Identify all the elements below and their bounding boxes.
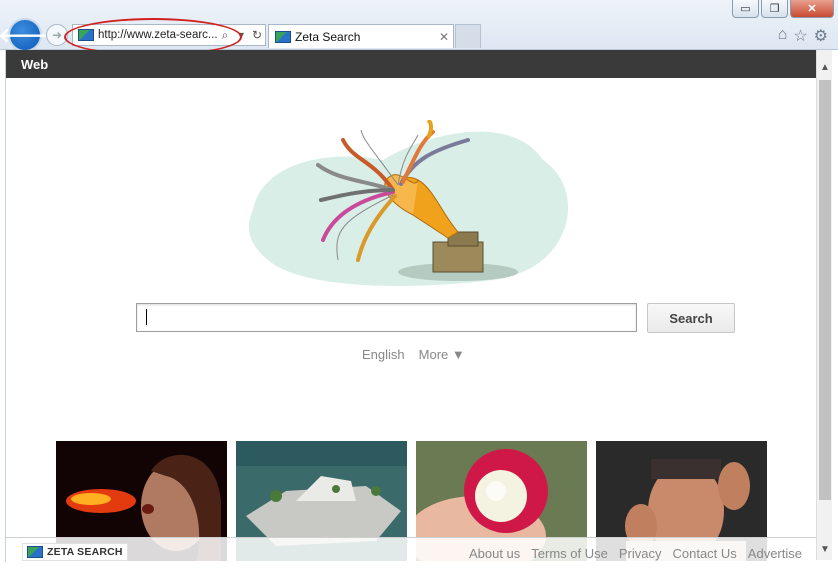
restore-button[interactable]: ❐ [761,0,788,18]
gramophone-illustration [248,120,569,286]
refresh-icon[interactable]: ↻ [249,28,265,42]
new-tab-button[interactable] [455,24,481,48]
back-arrow-icon: 🡐 [0,24,52,47]
vertical-scrollbar[interactable]: ▲ ▼ [816,50,832,560]
forward-button[interactable]: ➜ [46,24,68,46]
chevron-down-icon[interactable]: ▾ [233,28,249,42]
nav-web-label[interactable]: Web [21,57,48,72]
language-link[interactable]: English [362,347,405,362]
footer-link-terms[interactable]: Terms of Use [531,546,608,561]
page-footer: ZETA SEARCH About us Terms of Use Privac… [6,537,816,567]
tab-zeta-search[interactable]: Zeta Search ✕ [268,24,454,48]
web-nav-bar: Web [6,50,816,78]
address-url[interactable]: http://www.zeta-searc... [98,29,217,41]
footer-links: About us Terms of Use Privacy Contact Us… [469,546,802,561]
close-tab-icon[interactable]: ✕ [435,30,453,44]
scroll-up-icon[interactable]: ▲ [817,58,833,76]
text-caret [146,309,147,325]
logo-text: ZETA SEARCH [47,546,123,558]
close-window-button[interactable]: ✕ [790,0,834,18]
footer-link-about[interactable]: About us [469,546,520,561]
address-bar[interactable]: http://www.zeta-searc... ⌕ ▾ ↻ [72,24,266,46]
zeta-logo-icon [27,546,43,558]
back-button[interactable]: 🡐 [0,18,52,52]
tab-title: Zeta Search [295,29,361,44]
site-favicon-icon [78,29,94,41]
gear-icon[interactable]: ⚙ [814,26,828,46]
favorites-star-icon[interactable]: ☆ [793,26,807,46]
window-controls: ▭ ❐ ✕ [732,0,834,18]
minimize-button[interactable]: ▭ [732,0,759,18]
search-button[interactable]: Search [647,303,735,333]
page-left-border [5,50,6,562]
scroll-thumb[interactable] [819,80,831,500]
footer-link-contact[interactable]: Contact Us [672,546,736,561]
tab-favicon-icon [275,30,291,43]
scroll-down-icon[interactable]: ▼ [817,540,833,558]
search-icon[interactable]: ⌕ [217,28,233,43]
footer-link-advertise[interactable]: Advertise [748,546,802,561]
home-icon[interactable]: ⌂ [778,26,788,46]
search-options: English More ▼ [362,347,465,362]
more-link[interactable]: More ▼ [419,347,465,362]
search-input[interactable] [136,303,637,332]
footer-link-privacy[interactable]: Privacy [619,546,662,561]
forward-arrow-icon: ➜ [51,28,63,42]
toolbar-icons: ⌂ ☆ ⚙ [778,26,828,46]
zeta-search-logo[interactable]: ZETA SEARCH [22,543,128,561]
browser-chrome: ▭ ❐ ✕ 🡐 ➜ http://www.zeta-searc... ⌕ ▾ ↻… [0,0,838,56]
